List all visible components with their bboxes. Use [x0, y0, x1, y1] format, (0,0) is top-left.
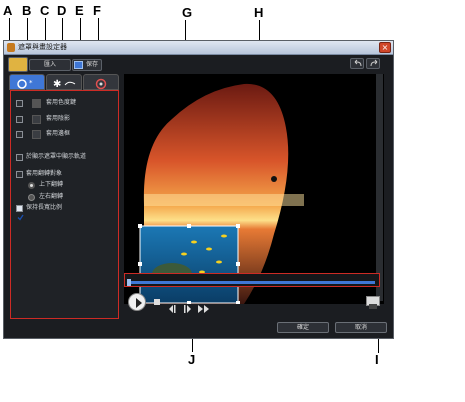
callout-i: I [375, 352, 379, 367]
callout-g: G [182, 5, 193, 20]
keep-aspect-label: 保持長寬比例 [26, 204, 63, 211]
redo-button[interactable] [366, 58, 380, 69]
shadow-label: 套用陰影 [46, 115, 71, 122]
app-icon [7, 43, 15, 52]
border-icon [32, 130, 41, 139]
callout-a: A [3, 3, 13, 18]
flip-checkbox[interactable] [16, 171, 23, 178]
svg-text:✱: ✱ [53, 79, 61, 90]
tab-motion[interactable]: ✱ [46, 74, 82, 90]
next-frame-icon [184, 305, 191, 313]
preview-image [124, 74, 376, 305]
tab-bar: * ✱ [9, 74, 119, 90]
motion-tab-icon: ✱ [53, 79, 76, 90]
flip-label: 套用翻轉對象 [26, 170, 63, 177]
show-trackers-checkbox[interactable] [16, 154, 23, 161]
cancel-button[interactable]: 取消 [335, 322, 387, 333]
ok-button[interactable]: 確定 [277, 322, 329, 333]
title-bar: 遮罩與畫設定器 × [4, 41, 393, 55]
undo-button[interactable] [350, 58, 364, 69]
mask-designer-window: 遮罩與畫設定器 × 匯入 保存 * ✱ 套用色度鍵 套用陰影 套用邊框 於顯示遮… [3, 40, 394, 339]
import-button[interactable]: 匯入 [29, 59, 71, 71]
properties-tab-icon [95, 78, 107, 90]
callout-j: J [188, 352, 196, 367]
timeline-handle[interactable] [127, 279, 131, 286]
timeline-track[interactable] [127, 281, 375, 284]
next-frame-button[interactable] [183, 298, 193, 313]
fast-forward-button[interactable] [198, 298, 210, 313]
vertical-scrollbar[interactable] [376, 74, 383, 301]
redo-icon [370, 59, 378, 67]
shadow-checkbox[interactable] [16, 116, 23, 123]
preview-monitor-button[interactable] [366, 296, 380, 309]
play-icon [136, 298, 142, 308]
stop-button[interactable] [154, 299, 160, 305]
svg-text:*: * [29, 79, 33, 87]
close-button[interactable]: × [379, 42, 391, 53]
fast-forward-icon [198, 305, 209, 313]
monitor-icon [369, 304, 377, 309]
callout-e: E [75, 3, 84, 18]
border-label: 套用邊框 [46, 130, 71, 137]
prev-frame-button[interactable] [167, 298, 177, 313]
show-trackers-label: 於顯示遮罩中顯示軌道 [26, 153, 87, 160]
callout-h: H [254, 5, 264, 20]
border-checkbox[interactable] [16, 131, 23, 138]
callout-f: F [93, 3, 101, 18]
flip-horizontal-radio[interactable] [28, 194, 35, 201]
flip-vertical-radio[interactable] [28, 182, 35, 189]
overlay-clip[interactable] [139, 225, 239, 304]
settings-panel: 套用色度鍵 套用陰影 套用邊框 於顯示遮罩中顯示軌道 套用翻轉對象 上下翻轉 左… [10, 90, 119, 319]
timeline-area [124, 273, 380, 287]
keep-aspect-checkbox[interactable] [16, 205, 24, 221]
add-person-icon[interactable] [8, 57, 28, 72]
callout-d: D [57, 3, 67, 18]
flip-horizontal-label: 左右翻轉 [39, 193, 64, 200]
save-icon [74, 61, 83, 69]
color-key-label: 套用色度鍵 [46, 99, 77, 106]
preview-area [124, 74, 384, 305]
undo-icon [354, 59, 362, 67]
window-title: 遮罩與畫設定器 [18, 43, 67, 51]
callout-b: B [22, 3, 32, 18]
color-key-checkbox[interactable] [16, 100, 23, 107]
callout-c: C [40, 3, 50, 18]
prev-frame-icon [169, 305, 176, 313]
tab-mask[interactable]: * [9, 74, 45, 90]
tab-properties[interactable] [83, 74, 119, 90]
shadow-icon [32, 115, 41, 124]
mask-tab-icon: * [17, 79, 33, 89]
color-key-icon [32, 99, 41, 108]
play-button[interactable] [128, 293, 146, 311]
flip-vertical-label: 上下翻轉 [39, 181, 64, 188]
checkmark-icon [17, 214, 24, 221]
